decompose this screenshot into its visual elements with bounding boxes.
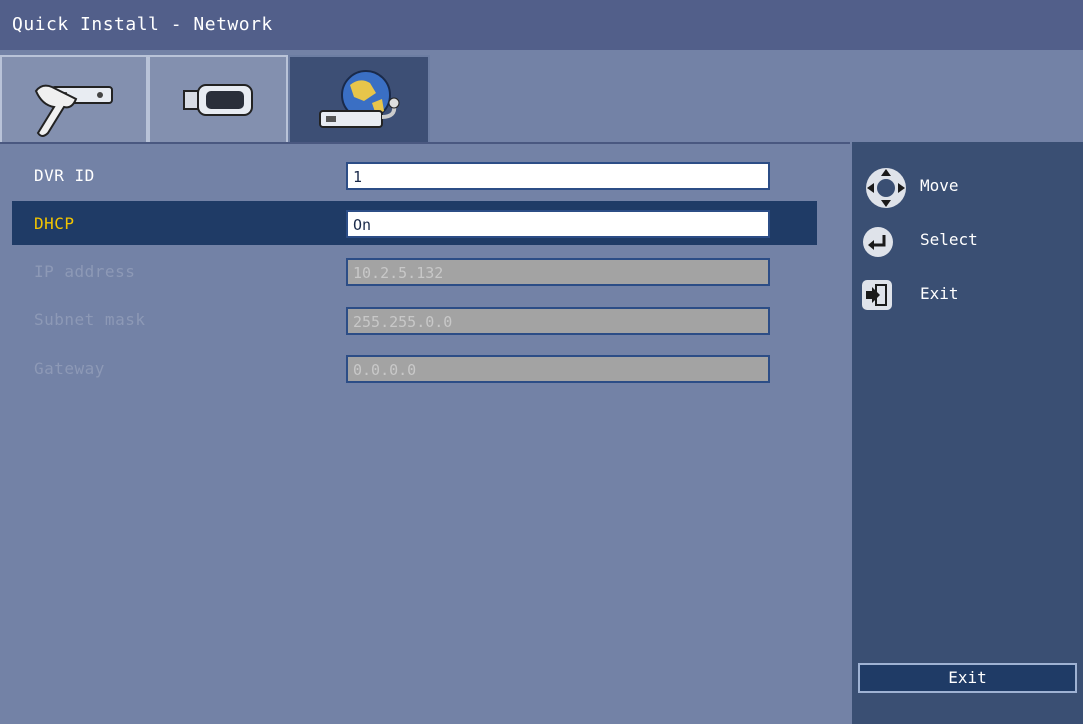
move-hint-label: Move [920, 176, 959, 195]
exit-hint-label: Exit [920, 284, 959, 303]
window-title: Quick Install - Network [12, 14, 273, 35]
dvr-id-field[interactable]: 1 [346, 162, 770, 190]
tab-divider [0, 142, 850, 144]
tab-network[interactable] [288, 55, 430, 142]
ip-address-label: IP address [34, 262, 136, 281]
enter-icon [863, 227, 893, 257]
tab-cameras[interactable] [148, 55, 288, 142]
dhcp-label: DHCP [34, 214, 75, 233]
dhcp-field[interactable]: On [346, 210, 770, 238]
hint-move: Move [856, 166, 1076, 208]
gateway-label: Gateway [34, 359, 105, 378]
exit-button[interactable]: Exit [858, 663, 1077, 693]
title-bar: Quick Install - Network [0, 0, 1083, 50]
network-globe-icon [319, 70, 400, 128]
select-hint-label: Select [920, 230, 978, 249]
exit-icon [862, 280, 892, 310]
dvr-settings-icon [34, 84, 113, 137]
subnet-mask-field: 255.255.0.0 [346, 307, 770, 335]
gateway-field: 0.0.0.0 [346, 355, 770, 383]
subnet-mask-label: Subnet mask [34, 310, 146, 329]
dvr-id-label: DVR ID [34, 166, 95, 185]
camera-icon [183, 84, 253, 116]
ip-address-field: 10.2.5.132 [346, 258, 770, 286]
help-panel: Move Select Exit [852, 142, 1083, 724]
hint-select: Select [856, 220, 1076, 260]
tab-dvr-settings[interactable] [0, 55, 148, 142]
hint-exit: Exit [856, 274, 1076, 314]
dpad-icon [866, 168, 906, 208]
